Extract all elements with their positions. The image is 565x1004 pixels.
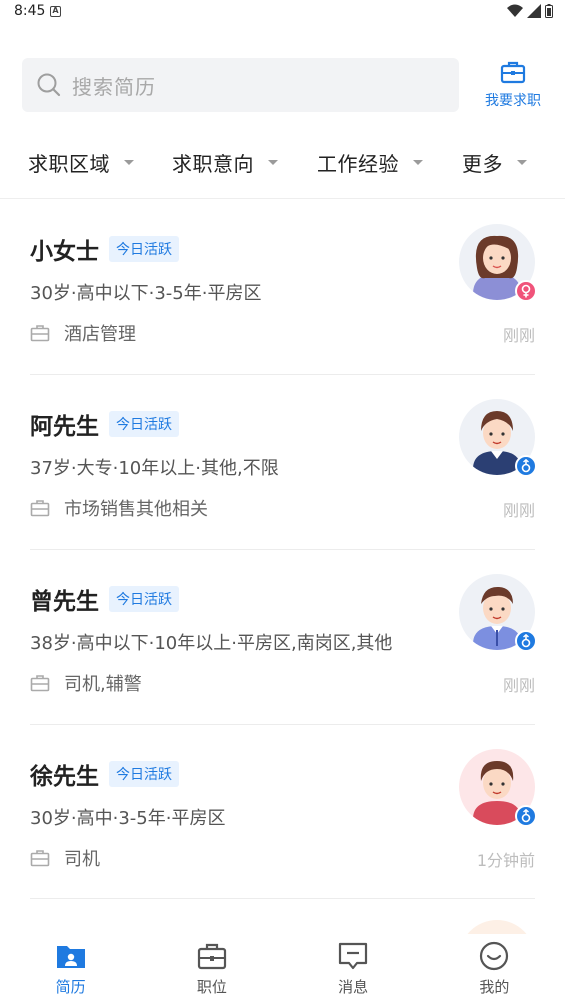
- name-row: 阿先生 今日活跃: [30, 407, 179, 441]
- candidate-info: 30岁·高中·3-5年·平房区: [30, 808, 226, 829]
- filter-region[interactable]: 求职区域: [28, 140, 134, 184]
- intent-row: 司机: [30, 845, 100, 871]
- search-placeholder: 搜索简历: [72, 74, 156, 99]
- nav-resume[interactable]: 简历: [0, 934, 141, 1004]
- briefcase-icon: [30, 850, 50, 867]
- avatar: [459, 224, 537, 302]
- intent-text: 市场销售其他相关: [64, 499, 208, 520]
- job-seek-label: 我要求职: [485, 93, 541, 109]
- active-time: 刚刚: [502, 326, 535, 345]
- caret-down-icon: [124, 159, 134, 165]
- candidate-name: 曾先生: [30, 589, 99, 615]
- nav-label: 简历: [55, 978, 86, 996]
- battery-icon: [545, 4, 553, 18]
- filter-more[interactable]: 更多: [462, 140, 527, 184]
- briefcase-icon: [30, 325, 50, 342]
- nav-label: 职位: [196, 978, 227, 996]
- filter-experience[interactable]: 工作经验: [317, 140, 423, 184]
- avatar: [459, 749, 537, 827]
- card-divider: [30, 898, 535, 899]
- intent-text: 酒店管理: [64, 324, 136, 345]
- message-icon: [339, 942, 368, 970]
- intent-row: 酒店管理: [30, 320, 136, 346]
- candidate-info: 37岁·大专·10年以上·其他,不限: [30, 458, 279, 479]
- active-badge: 今日活跃: [109, 761, 179, 787]
- candidate-card[interactable]: 小女士 今日活跃 30岁·高中以下·3-5年·平房区 酒店管理 刚刚: [30, 200, 537, 375]
- active-badge: 今日活跃: [109, 236, 179, 262]
- filter-bar: 求职区域 求职意向 工作经验 更多: [0, 140, 565, 184]
- nav-label: 消息: [338, 978, 369, 996]
- avatar: [459, 920, 535, 934]
- nav-jobs[interactable]: 职位: [141, 934, 282, 1004]
- status-time: 8:45: [14, 3, 46, 19]
- notification-a-icon: A: [50, 6, 61, 17]
- candidate-info: 38岁·高中以下·10年以上·平房区,南岗区,其他: [30, 633, 393, 654]
- active-badge: 今日活跃: [109, 586, 179, 612]
- search-input[interactable]: 搜索简历: [22, 58, 459, 112]
- filter-label: 更多: [462, 151, 503, 176]
- nav-profile[interactable]: 我的: [424, 934, 565, 1004]
- resume-icon: [56, 946, 85, 968]
- avatar: [459, 574, 537, 652]
- intent-text: 司机: [64, 849, 100, 870]
- candidate-name: 小女士: [30, 239, 99, 265]
- search-icon: [37, 73, 61, 97]
- name-row: 徐先生 今日活跃: [30, 757, 179, 791]
- female-gender-icon: [515, 280, 537, 302]
- caret-down-icon: [413, 159, 423, 165]
- wifi-icon: [507, 4, 523, 17]
- briefcase-icon: [197, 943, 226, 970]
- candidate-name: 徐先生: [30, 764, 99, 790]
- signal-icon: [527, 4, 541, 18]
- profile-icon: [480, 941, 509, 971]
- active-time: 刚刚: [502, 501, 535, 520]
- nav-label: 我的: [479, 978, 510, 996]
- caret-down-icon: [517, 159, 527, 165]
- job-seek-button[interactable]: 我要求职: [478, 60, 548, 114]
- candidate-info: 30岁·高中以下·3-5年·平房区: [30, 283, 262, 304]
- filter-intent[interactable]: 求职意向: [172, 140, 278, 184]
- filter-label: 求职区域: [28, 151, 110, 176]
- name-row: 曾先生 今日活跃: [30, 582, 179, 616]
- avatar: [459, 399, 537, 477]
- briefcase-icon: [500, 61, 526, 84]
- bottom-nav: 简历 职位 消息 我的: [0, 934, 565, 1004]
- male-gender-icon: [515, 455, 537, 477]
- intent-row: 市场销售其他相关: [30, 495, 208, 521]
- filter-label: 求职意向: [172, 151, 254, 176]
- candidate-name: 阿先生: [30, 414, 99, 440]
- caret-down-icon: [268, 159, 278, 165]
- male-gender-icon: [515, 805, 537, 827]
- intent-text: 司机,辅警: [64, 674, 142, 695]
- candidate-card[interactable]: 阿先生 今日活跃 37岁·大专·10年以上·其他,不限 市场销售其他相关 刚刚: [30, 375, 537, 550]
- briefcase-icon: [30, 675, 50, 692]
- status-bar: 8:45 A: [0, 0, 565, 26]
- active-badge: 今日活跃: [109, 411, 179, 437]
- male-gender-icon: [515, 630, 537, 652]
- filter-label: 工作经验: [317, 151, 399, 176]
- active-time: 刚刚: [502, 676, 535, 695]
- status-icons: [507, 4, 553, 18]
- candidate-card[interactable]: 曾先生 今日活跃 38岁·高中以下·10年以上·平房区,南岗区,其他 司机,辅警…: [30, 550, 537, 725]
- intent-row: 司机,辅警: [30, 670, 142, 696]
- active-time: 1分钟前: [476, 851, 535, 870]
- divider: [0, 198, 565, 199]
- nav-messages[interactable]: 消息: [283, 934, 424, 1004]
- name-row: 小女士 今日活跃: [30, 232, 179, 266]
- briefcase-icon: [30, 500, 50, 517]
- candidate-card[interactable]: 徐先生 今日活跃 30岁·高中·3-5年·平房区 司机 1分钟前: [30, 725, 537, 900]
